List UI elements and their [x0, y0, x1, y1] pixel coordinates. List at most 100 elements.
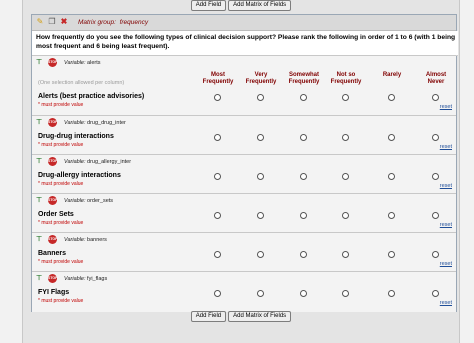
radio-option[interactable] — [214, 212, 221, 219]
pencil-icon[interactable]: ✎ — [36, 18, 44, 26]
radio-option[interactable] — [214, 290, 221, 297]
add-matrix-button-bottom[interactable]: Add Matrix of Fields — [228, 311, 292, 322]
variable-value: alerts — [87, 60, 101, 66]
radio-option[interactable] — [214, 94, 221, 101]
variable-name: Variable: fyi_flags — [64, 276, 107, 282]
matrix-row-block: ⊤ STOP Variable: drug_allergy_inter Drug-al… — [32, 154, 456, 194]
matrix-row-block: ⊤ STOP Variable: order_sets Order Sets * mus… — [32, 193, 456, 233]
reset-link[interactable]: reset — [440, 261, 452, 267]
radio-option[interactable] — [432, 212, 439, 219]
required-note: * must provide value — [38, 298, 84, 304]
matrix-panel: ✎ ❐ ✖ Matrix group: frequency How freque… — [31, 14, 458, 312]
variable-name: Variable: drug_allergy_inter — [64, 159, 131, 165]
radio-option[interactable] — [432, 173, 439, 180]
reset-link[interactable]: reset — [440, 104, 452, 110]
branching-icon[interactable]: ⊤ — [36, 59, 45, 67]
variable-label: Variable: — [64, 198, 86, 204]
required-note: * must provide value — [38, 181, 84, 187]
radio-option[interactable] — [214, 134, 221, 141]
branching-icon[interactable]: ⊤ — [36, 197, 45, 205]
add-field-button-bottom[interactable]: Add Field — [190, 311, 227, 322]
stop-action-icon[interactable]: STOP — [48, 58, 57, 67]
required-note: * must provide value — [38, 259, 84, 265]
radio-option[interactable] — [432, 290, 439, 297]
add-field-button-top[interactable]: Add Field — [190, 0, 227, 11]
radio-option[interactable] — [432, 251, 439, 258]
stop-action-icon[interactable]: STOP — [48, 157, 57, 166]
radio-option[interactable] — [342, 173, 349, 180]
variable-value: order_sets — [87, 198, 114, 204]
variable-name: Variable: alerts — [64, 60, 101, 66]
radio-option[interactable] — [342, 251, 349, 258]
radio-option[interactable] — [300, 212, 307, 219]
add-matrix-button-top[interactable]: Add Matrix of Fields — [228, 0, 292, 11]
stop-action-icon[interactable]: STOP — [48, 196, 57, 205]
matrix-group-label-text: Matrix group: — [78, 19, 116, 26]
choice-header: Rarely — [367, 72, 417, 79]
variable-value: drug_drug_inter — [87, 120, 126, 126]
variable-name: Variable: banners — [64, 237, 107, 243]
radio-option[interactable] — [342, 94, 349, 101]
bottom-button-row: Add Field Add Matrix of Fields — [23, 311, 459, 323]
variable-line: ⊤ STOP Variable: fyi_flags — [36, 274, 236, 284]
radio-option[interactable] — [432, 94, 439, 101]
matrix-row-block: ⊤ STOP Variable: banners Banners * must prov… — [32, 232, 456, 272]
radio-option[interactable] — [432, 134, 439, 141]
radio-option[interactable] — [388, 212, 395, 219]
variable-label: Variable: — [64, 276, 86, 282]
radio-option[interactable] — [342, 212, 349, 219]
branching-icon[interactable]: ⊤ — [36, 236, 45, 244]
matrix-row-block: ⊤ STOP Variable: drug_drug_inter Drug-drug … — [32, 115, 456, 155]
variable-label: Variable: — [64, 60, 86, 66]
radio-option[interactable] — [300, 173, 307, 180]
matrix-question: How frequently do you see the following … — [32, 31, 458, 56]
matrix-group-name: frequency — [119, 19, 149, 26]
variable-value: banners — [87, 237, 107, 243]
radio-option[interactable] — [388, 134, 395, 141]
row-label: Order Sets — [38, 211, 74, 218]
radio-option[interactable] — [257, 290, 264, 297]
choice-header: Not so Frequently — [321, 72, 371, 86]
variable-line: ⊤ STOP Variable: alerts — [36, 58, 236, 68]
stop-action-icon[interactable]: STOP — [48, 274, 57, 283]
matrix-row-block: ⊤ STOP Variable: alerts Most Frequently Very F… — [32, 55, 456, 116]
branching-icon[interactable]: ⊤ — [36, 119, 45, 127]
branching-icon[interactable]: ⊤ — [36, 158, 45, 166]
stop-action-icon[interactable]: STOP — [48, 118, 57, 127]
radio-option[interactable] — [300, 290, 307, 297]
reset-link[interactable]: reset — [440, 144, 452, 150]
radio-option[interactable] — [214, 173, 221, 180]
radio-option[interactable] — [388, 173, 395, 180]
required-note: * must provide value — [38, 220, 84, 226]
radio-option[interactable] — [257, 134, 264, 141]
radio-option[interactable] — [257, 94, 264, 101]
radio-option[interactable] — [300, 251, 307, 258]
matrix-group-header: ✎ ❐ ✖ Matrix group: frequency — [32, 15, 456, 31]
radio-option[interactable] — [388, 290, 395, 297]
variable-value: drug_allergy_inter — [87, 159, 132, 165]
reset-link[interactable]: reset — [440, 300, 452, 306]
branching-icon[interactable]: ⊤ — [36, 275, 45, 283]
required-note: * must provide value — [38, 142, 84, 148]
reset-link[interactable]: reset — [440, 222, 452, 228]
stop-action-icon[interactable]: STOP — [48, 235, 57, 244]
radio-option[interactable] — [388, 251, 395, 258]
copy-icon[interactable]: ❐ — [48, 18, 56, 26]
radio-option[interactable] — [257, 212, 264, 219]
row-label: Banners — [38, 250, 67, 257]
radio-option[interactable] — [300, 94, 307, 101]
radio-option[interactable] — [214, 251, 221, 258]
variable-value: fyi_flags — [87, 276, 108, 282]
radio-option[interactable] — [388, 94, 395, 101]
radio-option[interactable] — [300, 134, 307, 141]
radio-option[interactable] — [342, 290, 349, 297]
row-label: Drug-allergy interactions — [38, 172, 121, 179]
variable-label: Variable: — [64, 159, 86, 165]
matrix-row-block: ⊤ STOP Variable: fyi_flags FYI Flags * must … — [32, 271, 456, 312]
reset-link[interactable]: reset — [440, 183, 452, 189]
radio-option[interactable] — [342, 134, 349, 141]
radio-option[interactable] — [257, 251, 264, 258]
radio-option[interactable] — [257, 173, 264, 180]
delete-icon[interactable]: ✖ — [60, 18, 68, 26]
variable-label: Variable: — [64, 237, 86, 243]
